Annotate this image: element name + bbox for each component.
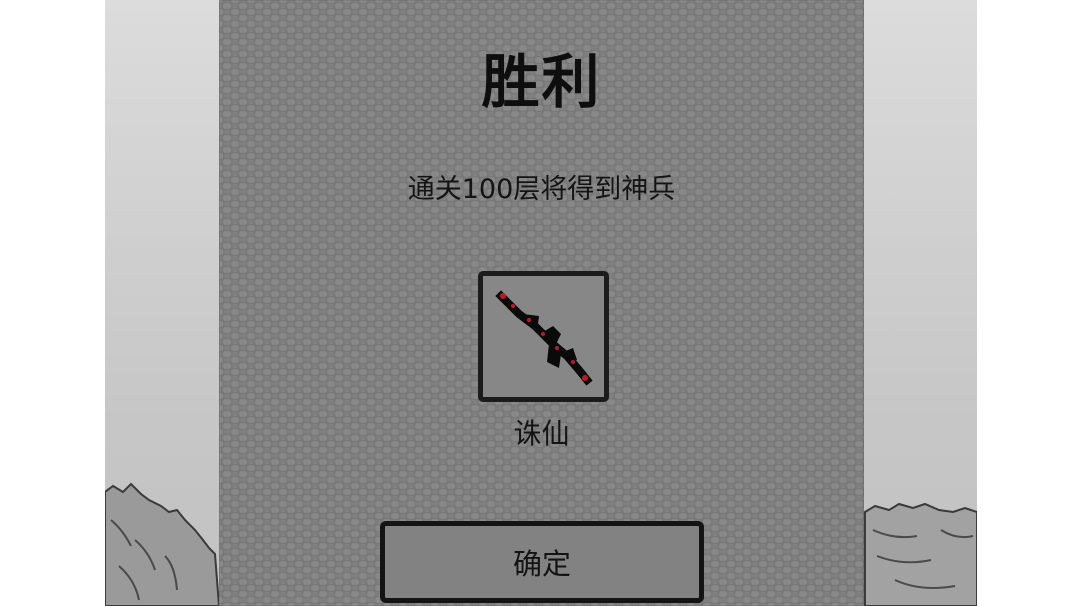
victory-title: 胜利: [481, 48, 602, 116]
confirm-button[interactable]: 确定: [380, 521, 704, 603]
victory-dialog: 胜利 通关100层将得到神兵 诛仙 确定: [219, 0, 864, 606]
reward-item-slot[interactable]: [478, 271, 609, 402]
reward-hint: 通关100层将得到神兵: [407, 174, 676, 205]
sword-icon: [495, 290, 593, 386]
game-screen: 胜利 通关100层将得到神兵 诛仙 确定: [0, 0, 1080, 606]
reward-item-name: 诛仙: [513, 417, 570, 450]
